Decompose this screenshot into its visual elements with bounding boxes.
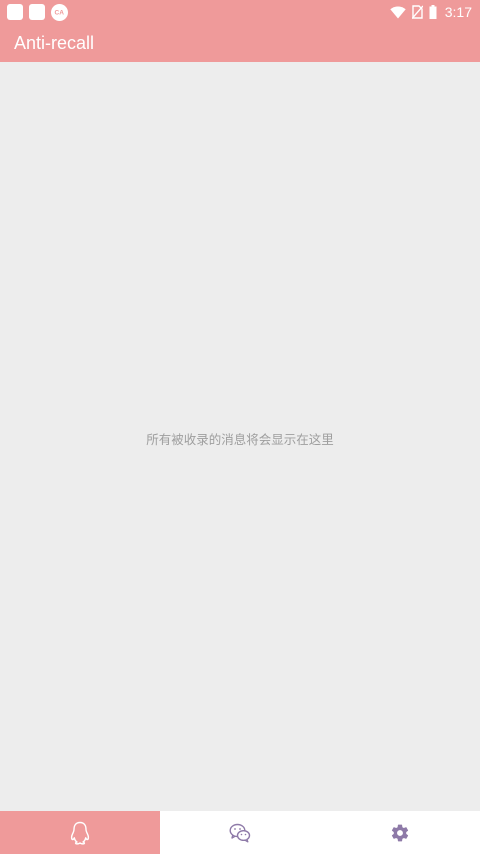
status-bar: CA 3:17 xyxy=(0,0,480,24)
wifi-icon xyxy=(390,6,406,19)
system-status-area: 3:17 xyxy=(390,4,472,20)
qq-penguin-icon xyxy=(69,821,91,845)
notification-area: CA xyxy=(7,3,68,21)
battery-icon xyxy=(429,5,437,19)
app-title: Anti-recall xyxy=(14,32,95,53)
no-sim-icon xyxy=(411,5,423,19)
svg-text:CA: CA xyxy=(55,10,65,17)
nav-tab-qq[interactable] xyxy=(0,811,160,854)
gear-icon xyxy=(390,823,410,843)
app-notification-icon xyxy=(7,4,23,20)
app-bar: Anti-recall xyxy=(0,24,480,62)
message-list-area[interactable]: 所有被收录的消息将会显示在这里 xyxy=(0,62,480,811)
app-notification-icon xyxy=(29,4,45,20)
wechat-icon xyxy=(229,823,251,843)
nav-tab-settings[interactable] xyxy=(320,811,480,854)
ca-badge-icon: CA xyxy=(51,3,68,21)
status-time: 3:17 xyxy=(444,4,472,20)
nav-tab-wechat[interactable] xyxy=(160,811,320,854)
app-screen: CA 3:17 Anti-recall 所有被收录的消息将会显示在这里 xyxy=(0,0,480,854)
bottom-navigation xyxy=(0,811,480,854)
empty-state-message: 所有被收录的消息将会显示在这里 xyxy=(146,431,334,447)
